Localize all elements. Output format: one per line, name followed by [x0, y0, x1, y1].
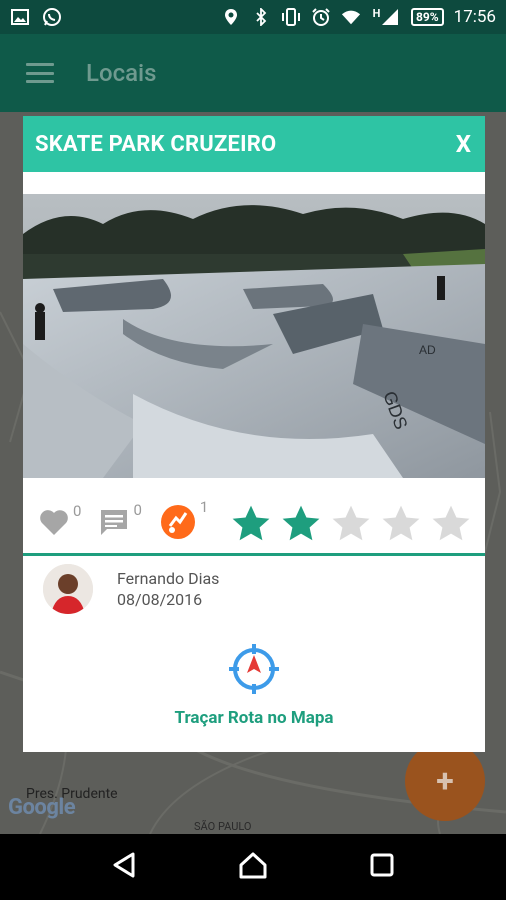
bluetooth-icon [251, 7, 271, 27]
comments-stat[interactable]: 0 [99, 501, 142, 541]
google-logo: Google [8, 795, 76, 820]
author-section: Fernando Dias 08/08/2016 [43, 564, 219, 614]
app-bar: Locais [0, 34, 506, 112]
status-time: 17:56 [453, 7, 496, 27]
wifi-icon [341, 7, 361, 27]
comment-icon [99, 507, 129, 541]
location-dialog: SKATE PARK CRUZEIRO X GDS AD 0 0 1 Ferna… [23, 116, 485, 752]
author-date: 08/08/2016 [117, 590, 203, 609]
star-filled-icon[interactable] [280, 503, 322, 545]
navigation-bar [0, 834, 506, 900]
dialog-header: SKATE PARK CRUZEIRO X [23, 116, 485, 172]
compass-icon [227, 642, 281, 700]
signal-icon: H [371, 7, 401, 27]
map-region-label: SÃO PAULO [194, 820, 252, 833]
whatsapp-icon [42, 7, 62, 27]
star-empty-icon[interactable] [380, 503, 422, 545]
page-title: Locais [86, 59, 157, 87]
status-bar: H 89% 17:56 [0, 0, 506, 34]
heart-icon [39, 508, 69, 540]
add-location-button[interactable]: + [405, 741, 485, 821]
star-empty-icon[interactable] [430, 503, 472, 545]
menu-icon[interactable] [26, 63, 54, 83]
divider [23, 553, 485, 556]
checkins-count: 1 [199, 498, 209, 516]
home-icon[interactable] [238, 851, 268, 883]
recents-icon[interactable] [369, 852, 395, 882]
comments-count: 0 [133, 501, 142, 519]
stats-row: 0 0 1 [23, 496, 485, 552]
star-empty-icon[interactable] [330, 503, 372, 545]
rating-stars[interactable] [230, 503, 472, 545]
location-photo[interactable]: GDS AD [23, 194, 485, 478]
vibrate-icon [281, 7, 301, 27]
location-icon [221, 7, 241, 27]
checkin-icon [160, 504, 196, 544]
image-icon [10, 7, 30, 27]
route-label: Traçar Rota no Mapa [174, 708, 334, 728]
battery-icon: 89% [411, 8, 444, 26]
star-filled-icon[interactable] [230, 503, 272, 545]
likes-count: 0 [73, 502, 82, 520]
checkins-stat[interactable]: 1 [160, 498, 208, 544]
alarm-icon [311, 7, 331, 27]
likes-stat[interactable]: 0 [39, 502, 81, 540]
close-button[interactable]: X [456, 130, 471, 158]
back-icon[interactable] [111, 851, 137, 883]
svg-text:AD: AD [419, 343, 436, 357]
trace-route-button[interactable]: Traçar Rota no Mapa [23, 642, 485, 728]
author-name: Fernando Dias [117, 569, 220, 588]
dialog-title: SKATE PARK CRUZEIRO [35, 131, 277, 157]
avatar[interactable] [43, 564, 93, 614]
